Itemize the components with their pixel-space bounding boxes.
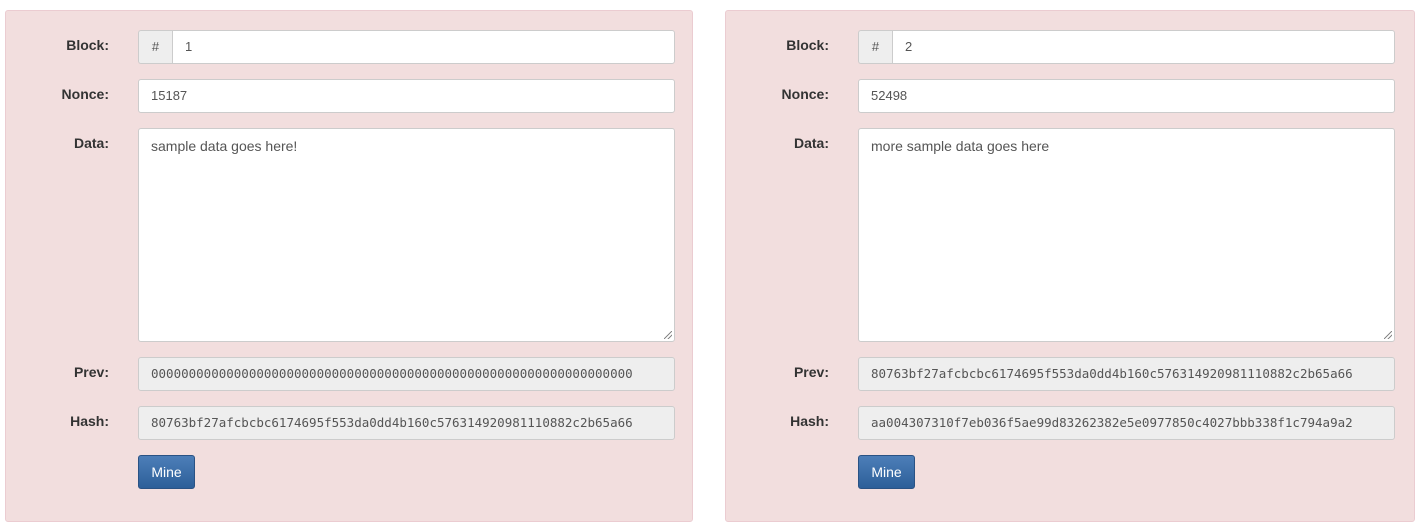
block-number-input[interactable]: 1 [172,30,675,64]
data-textarea[interactable]: sample data goes here! [138,128,675,342]
hash-sign-addon: # [858,30,892,64]
prev-label: Prev: [793,364,829,380]
resize-grip-icon[interactable] [1384,331,1392,339]
data-label: Data: [793,135,829,151]
nonce-input[interactable]: 52498 [858,79,1395,113]
mine-button[interactable]: Mine [858,455,915,489]
hash-label: Hash: [70,413,109,429]
data-label: Data: [73,135,109,151]
hash-field: 80763bf27afcbcbc6174695f553da0dd4b160c57… [138,406,675,440]
nonce-input[interactable]: 15187 [138,79,675,113]
data-text: more sample data goes here [871,138,1050,154]
prev-label: Prev: [73,364,109,380]
nonce-label: Nonce: [781,86,829,102]
block-card-2: Block: # 2 Nonce: 52498 Data: more sampl… [725,10,1415,522]
hash-sign-addon: # [138,30,172,64]
block-number-group: # 1 [138,30,675,64]
hash-label: Hash: [790,413,829,429]
block-number-input[interactable]: 2 [892,30,1395,64]
resize-grip-icon[interactable] [664,331,672,339]
block-card-1: Block: # 1 Nonce: 15187 Data: sample dat… [5,10,693,522]
mine-button[interactable]: Mine [138,455,195,489]
prev-hash-field: 0000000000000000000000000000000000000000… [138,357,675,391]
nonce-label: Nonce: [61,86,109,102]
data-text: sample data goes here! [151,138,298,154]
block-number-group: # 2 [858,30,1395,64]
data-textarea[interactable]: more sample data goes here [858,128,1395,342]
hash-field: aa004307310f7eb036f5ae99d83262382e5e0977… [858,406,1395,440]
block-label: Block: [786,37,829,53]
block-label: Block: [66,37,109,53]
prev-hash-field: 80763bf27afcbcbc6174695f553da0dd4b160c57… [858,357,1395,391]
